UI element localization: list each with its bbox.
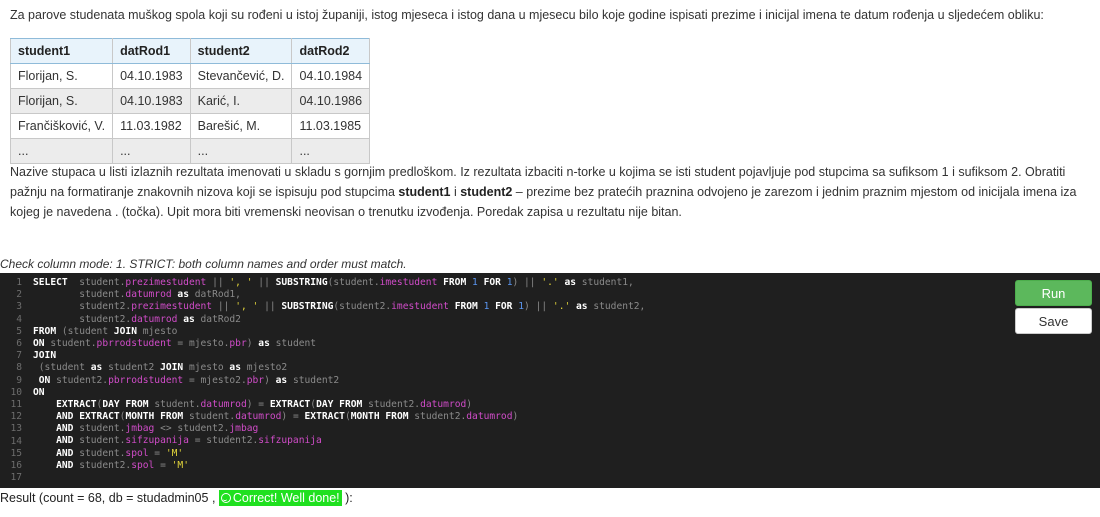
table-cell: Florijan, S.: [9, 88, 114, 114]
line-number: 12: [10, 411, 22, 423]
code-line: AND student.jmbag <> student2.jmbag: [33, 423, 259, 435]
line-number: 1: [16, 277, 22, 288]
table-cell: ...: [291, 138, 371, 164]
table-cell: 11.03.1982: [112, 113, 191, 139]
line-number: 11: [10, 399, 22, 411]
code-line: EXTRACT(DAY FROM student.datumrod) = EXT…: [33, 398, 473, 410]
code-line: AND student2.spol = 'M': [33, 459, 189, 471]
code-line: (student as student2 JOIN mjesto as mjes…: [33, 362, 288, 374]
line-number: 17: [10, 472, 22, 484]
line-number: 10: [10, 386, 22, 398]
code-line: JOIN: [33, 350, 57, 362]
line-number: 7: [16, 350, 22, 362]
result-suffix: ):: [341, 491, 353, 505]
sql-code[interactable]: SELECT student.prezimestudent || ', ' ||…: [33, 277, 645, 484]
table-cell: Florijan, S.: [9, 63, 114, 89]
code-line: AND student.spol = 'M': [33, 447, 184, 459]
code-line: student2.datumrod as datRod2: [33, 313, 241, 325]
table-cell: ...: [189, 138, 293, 164]
table-cell: ...: [112, 138, 191, 164]
result-line: Result (count = 68, db = studadmin05 , C…: [0, 490, 353, 506]
line-number: 13: [10, 423, 22, 435]
line-number: 8: [16, 362, 22, 374]
column-header: datRod2: [291, 38, 371, 64]
result-prefix: Result (count = 68, db = studadmin05 ,: [0, 491, 219, 505]
table-cell: 11.03.1985: [291, 113, 371, 139]
table-cell: 04.10.1984: [291, 63, 371, 89]
table-row: Florijan, S. 04.10.1983 Stevančević, D. …: [9, 63, 371, 89]
table-cell: ...: [9, 138, 114, 164]
table-cell: Frančišković, V.: [9, 113, 114, 139]
code-line: AND EXTRACT(MONTH FROM student.datumrod)…: [33, 411, 519, 423]
line-number: 2: [16, 289, 22, 301]
code-line: ON student2.pbrrodstudent = mjesto2.pbr)…: [33, 374, 340, 386]
code-line: FROM (student JOIN mjesto: [33, 325, 178, 337]
table-row: Frančišković, V. 11.03.1982 Barešić, M. …: [9, 113, 371, 139]
line-number: 6: [16, 338, 22, 350]
code-line: SELECT student.prezimestudent || ', ' ||…: [33, 277, 634, 288]
example-output-table: student1 datRod1 student2 datRod2 Florij…: [9, 38, 371, 164]
table-cell: Barešić, M.: [189, 113, 293, 139]
line-number: 5: [16, 325, 22, 337]
correct-status-text: Correct! Well done!: [232, 491, 340, 505]
notes-text: i: [450, 185, 461, 199]
line-number: 15: [10, 447, 22, 459]
line-number: 4: [16, 313, 22, 325]
notes-bold-student1: student1: [398, 185, 451, 199]
line-number-gutter: 1 2 3 4 5 6 7 8 9 10 11 12 13 14 15 16 1…: [0, 277, 22, 484]
notes-bold-student2: student2: [460, 185, 513, 199]
task-notes: Nazive stupaca u listi izlaznih rezultat…: [10, 162, 1092, 222]
check-mode-label: Check column mode: 1. STRICT: both colum…: [0, 257, 407, 271]
table-cell: 04.10.1983: [112, 88, 191, 114]
code-line: student.datumrod as datRod1,: [33, 289, 241, 301]
column-header: datRod1: [112, 38, 191, 64]
column-header: student2: [189, 38, 293, 64]
correct-status-badge: Correct! Well done!: [218, 490, 342, 506]
table-cell: 04.10.1983: [112, 63, 191, 89]
table-row: ... ... ... ...: [9, 138, 371, 164]
code-line: ON: [33, 386, 45, 398]
column-header: student1: [9, 38, 114, 64]
code-line: AND student.sifzupanija = student2.sifzu…: [33, 435, 322, 447]
line-number: 3: [16, 301, 22, 313]
sql-code-editor[interactable]: 1 2 3 4 5 6 7 8 9 10 11 12 13 14 15 16 1…: [0, 273, 1100, 488]
run-button[interactable]: Run: [1015, 280, 1092, 306]
table-header-row: student1 datRod1 student2 datRod2: [9, 38, 371, 64]
line-number: 14: [10, 435, 22, 447]
table-cell: Stevančević, D.: [189, 63, 293, 89]
line-number: 16: [10, 460, 22, 472]
code-line: ON student.pbrrodstudent = mjesto.pbr) a…: [33, 337, 317, 349]
table-row: Florijan, S. 04.10.1983 Karić, I. 04.10.…: [9, 88, 371, 114]
line-number: 9: [16, 374, 22, 386]
save-button[interactable]: Save: [1015, 308, 1092, 334]
task-description: Za parove studenata muškog spola koji su…: [10, 8, 1044, 22]
table-cell: Karić, I.: [189, 88, 293, 114]
table-cell: 04.10.1986: [291, 88, 371, 114]
code-line: student2.prezimestudent || ', ' || SUBST…: [33, 301, 646, 313]
smile-icon: [220, 493, 231, 503]
